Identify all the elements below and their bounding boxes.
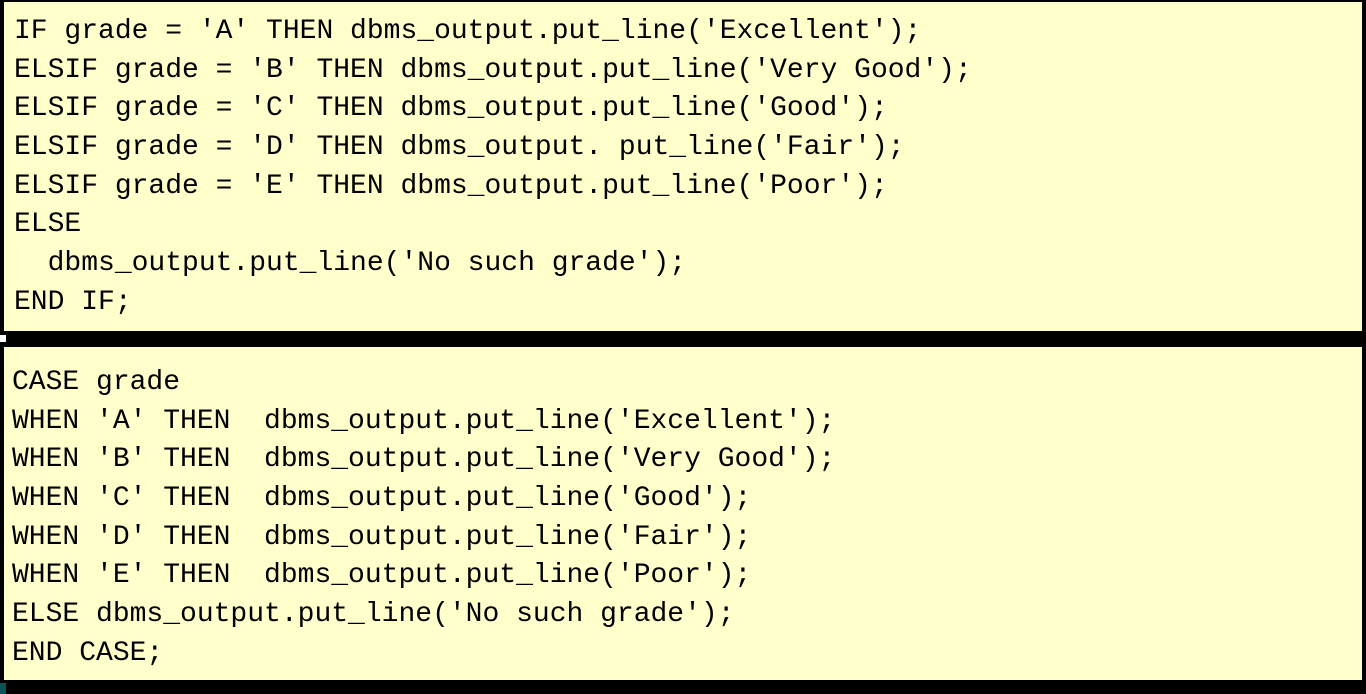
code-line-end-if: END IF;: [14, 286, 132, 318]
code-line-if-a: IF grade = 'A' THEN dbms_output.put_line…: [14, 16, 922, 47]
code-line-case: CASE grade: [12, 367, 181, 398]
case-code-block: CASE grade WHEN 'A' THEN dbms_output.put…: [4, 347, 1362, 680]
code-line-elsif-d: ELSIF grade = 'D' THEN dbms_output. put_…: [14, 132, 905, 164]
code-line-when-d: WHEN 'D' THEN dbms_output.put_line('Fair…: [12, 521, 752, 553]
code-line-when-b: WHEN 'B' THEN dbms_output.put_line('Very…: [12, 444, 836, 476]
if-elsif-code-block: IF grade = 'A' THEN dbms_output.put_line…: [4, 2, 1362, 331]
slide-page: IF grade = 'A' THEN dbms_output.put_line…: [0, 0, 1366, 694]
code-line-elsif-c: ELSIF grade = 'C' THEN dbms_output.put_l…: [14, 93, 888, 125]
divider-marker: [0, 335, 6, 342]
code-line-else-output: dbms_output.put_line('No such grade');: [14, 248, 687, 280]
code-line-end-case: END CASE;: [12, 637, 164, 669]
code-line-case-else: ELSE dbms_output.put_line('No such grade…: [12, 599, 735, 631]
code-line-else: ELSE: [14, 209, 82, 241]
code-line-when-e: WHEN 'E' THEN dbms_output.put_line('Poor…: [12, 560, 752, 592]
code-line-when-a: WHEN 'A' THEN dbms_output.put_line('Exce…: [12, 405, 836, 437]
code-line-elsif-e: ELSIF grade = 'E' THEN dbms_output.put_l…: [14, 170, 888, 202]
code-line-when-c: WHEN 'C' THEN dbms_output.put_line('Good…: [12, 483, 752, 515]
code-line-elsif-b: ELSIF grade = 'B' THEN dbms_output.put_l…: [14, 54, 972, 86]
bottom-accent-bar: [0, 683, 6, 694]
